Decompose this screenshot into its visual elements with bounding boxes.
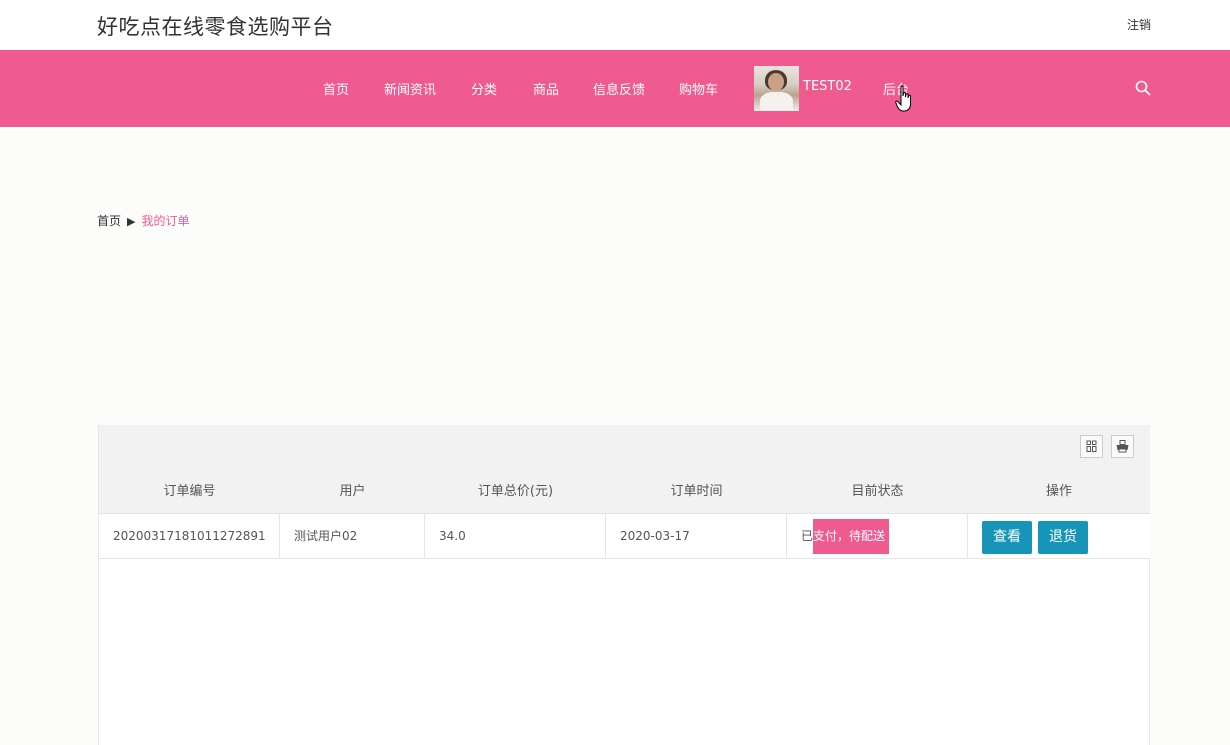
column-header-total: 订单总价(元) (477, 484, 554, 499)
print-icon (1116, 440, 1129, 453)
cell-total: 34.0 (425, 514, 606, 559)
grid-icon (1086, 440, 1097, 452)
orders-table: 订单编号 用户 订单总价(元) 订单时间 目前状态 操作 20200317181… (98, 425, 1150, 745)
nav-item-home[interactable]: 首页 (323, 79, 349, 98)
nav-item-feedback[interactable]: 信息反馈 (593, 79, 645, 98)
top-header: 好吃点在线零食选购平台 注销 (0, 0, 1230, 50)
nav-item-category[interactable]: 分类 (471, 79, 497, 98)
avatar[interactable] (754, 66, 799, 111)
nav-item-products[interactable]: 商品 (533, 79, 559, 98)
logout-link[interactable]: 注销 (1127, 16, 1151, 33)
status-badge-label: 已支付，待配送 (801, 529, 886, 543)
breadcrumb-home[interactable]: 首页 (97, 214, 121, 228)
column-header-status: 目前状态 (851, 484, 904, 499)
breadcrumb-current[interactable]: 我的订单 (141, 214, 189, 228)
column-header-user: 用户 (339, 484, 366, 499)
cell-status: 已支付，待配送 已支付，待配送 (787, 514, 968, 559)
hand-cursor-icon (895, 85, 911, 112)
breadcrumb-separator: ▶ (127, 215, 136, 228)
view-button[interactable]: 查看 (982, 521, 1032, 554)
breadcrumb: 首页 ▶ 我的订单 (97, 212, 190, 229)
nav-item-cart[interactable]: 购物车 (679, 79, 718, 98)
print-button[interactable] (1111, 435, 1134, 458)
cell-order-no: 20200317181011272891 (99, 514, 280, 559)
columns-filter-button[interactable] (1080, 435, 1103, 458)
site-title: 好吃点在线零食选购平台 (97, 15, 334, 39)
cell-time: 2020-03-17 (606, 514, 787, 559)
cell-user: 测试用户02 (280, 514, 425, 559)
main-nav: 首页 新闻资讯 分类 商品 信息反馈 购物车 TEST02 后台 (0, 50, 1230, 127)
cell-actions: 查看 退货 (968, 514, 1150, 559)
column-header-order-no: 订单编号 (163, 484, 216, 499)
table-header: 订单编号 用户 订单总价(元) 订单时间 目前状态 操作 (99, 470, 1150, 514)
table-toolbar (99, 425, 1150, 470)
username-link[interactable]: TEST02 (803, 79, 852, 94)
column-header-actions: 操作 (1045, 484, 1072, 499)
nav-item-news[interactable]: 新闻资讯 (384, 79, 436, 98)
column-header-time: 订单时间 (670, 484, 723, 499)
return-button[interactable]: 退货 (1038, 521, 1088, 554)
search-icon[interactable] (1135, 80, 1151, 96)
table-row: 20200317181011272891 测试用户02 34.0 2020-03… (99, 514, 1150, 559)
